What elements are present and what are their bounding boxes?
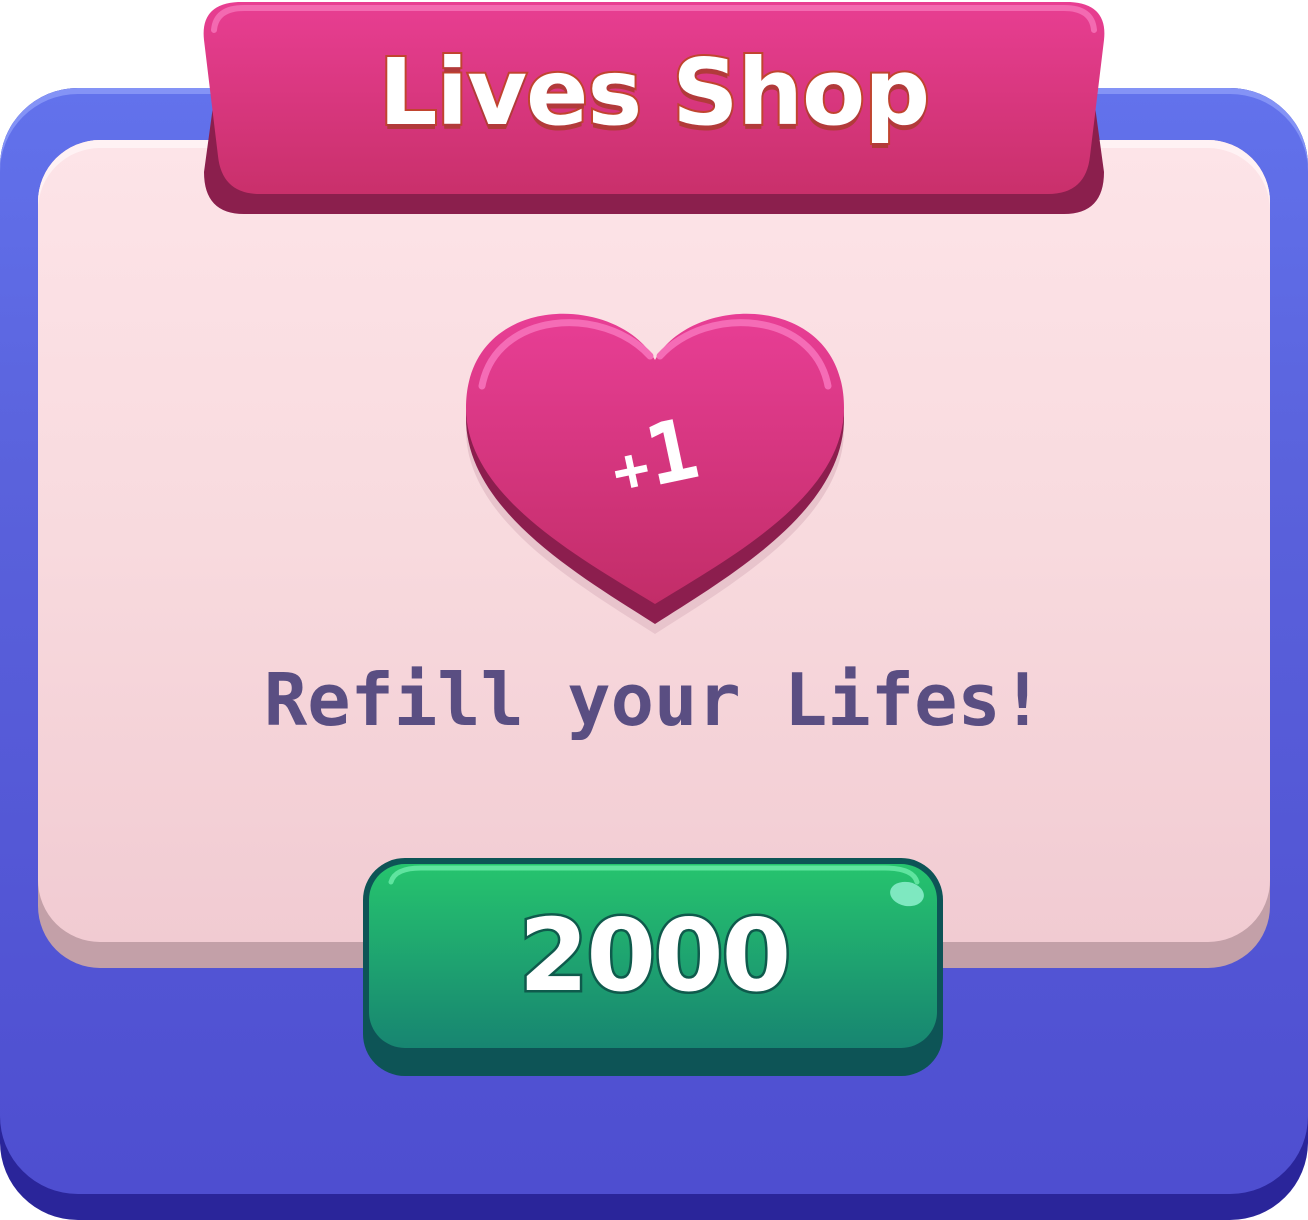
heart-icon: +1 [462, 300, 848, 640]
lives-shop-panel: Lives Shop +1 Refill your Lifes! 2000 [0, 0, 1308, 1220]
subtitle-text: Refill your Lifes! [263, 658, 1045, 742]
page-title: Lives Shop [377, 37, 932, 148]
title-ribbon: Lives Shop [184, 0, 1124, 218]
price-label[interactable]: 2000 [0, 895, 1308, 1017]
